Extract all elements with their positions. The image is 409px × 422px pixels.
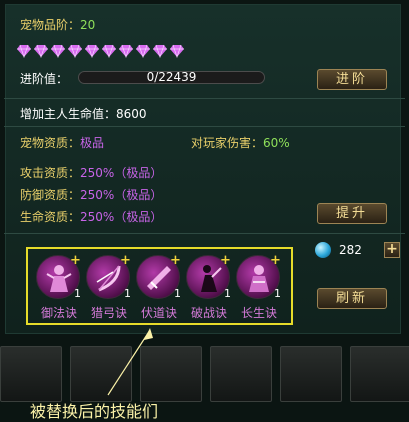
annotation-arrow [107,328,153,396]
annotation-caption: 被替换后的技能们 [30,402,159,421]
